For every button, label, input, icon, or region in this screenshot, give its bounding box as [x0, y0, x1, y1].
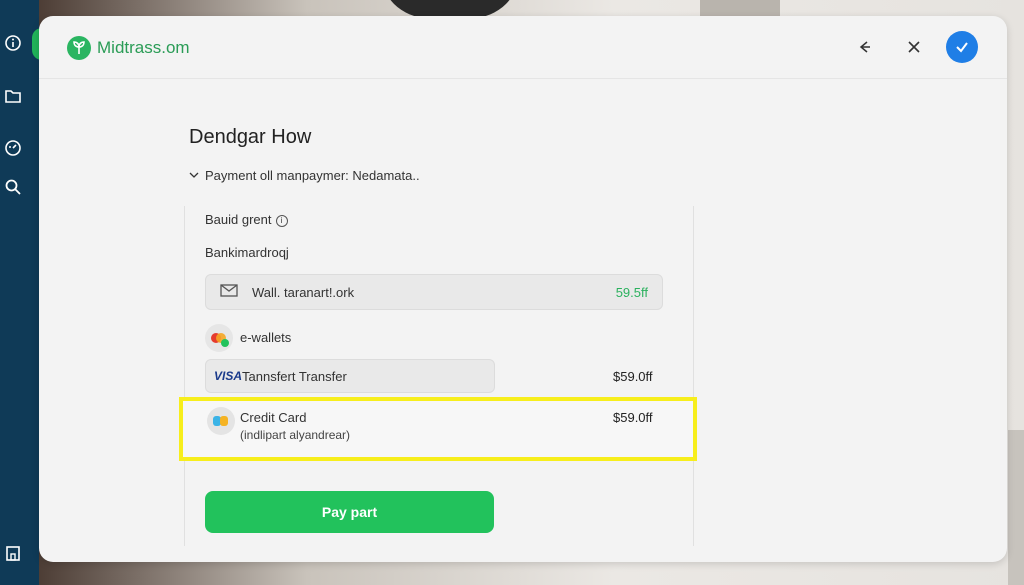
section-label-1-text: Bauid grent — [205, 212, 272, 227]
payment-subtitle: Payment oll manpaymer: Nedamata.. — [205, 168, 420, 183]
credit-card-icon — [207, 407, 235, 435]
visa-logo: VISA — [214, 369, 243, 383]
pay-button[interactable]: Pay part — [205, 491, 494, 533]
background-strip — [1008, 430, 1024, 585]
back-button[interactable] — [851, 34, 877, 60]
leaf-icon — [67, 36, 91, 60]
bank-transfer-option[interactable]: VISA Tannsfert Transfer — [205, 359, 495, 393]
confirm-button[interactable] — [946, 31, 978, 63]
ewallet-icon — [205, 324, 233, 352]
credit-card-sublabel: (indlipart alyandrear) — [240, 428, 351, 442]
chevron-down-icon — [189, 168, 199, 183]
search-icon[interactable] — [4, 178, 22, 196]
page-title: Dendgar How — [189, 126, 312, 148]
app-name: Midtrass.om — [97, 38, 190, 57]
dashboard-icon[interactable] — [4, 139, 22, 157]
bank-transfer-label: Tannsfert Transfer — [242, 369, 347, 384]
left-sidebar — [0, 0, 39, 585]
background-object — [700, 0, 780, 16]
info-icon[interactable] — [4, 34, 22, 52]
wallet-option-label: Wall. taranart!.ork — [252, 285, 355, 300]
building-icon[interactable] — [4, 544, 22, 562]
credit-card-amount: $59.0ff — [613, 410, 653, 425]
payment-method-dropdown[interactable]: Payment oll manpaymer: Nedamata.. — [189, 168, 420, 183]
window-topbar: Midtrass.om — [39, 16, 1007, 79]
wallet-option[interactable]: Wall. taranart!.ork 59.5ff — [205, 274, 663, 310]
payment-window: Midtrass.om Dendgar How Payment oll manp… — [39, 16, 1007, 562]
close-icon — [908, 41, 920, 53]
bank-transfer-amount: $59.0ff — [613, 369, 653, 384]
credit-card-label[interactable]: Credit Card — [240, 410, 306, 425]
info-icon[interactable]: i — [275, 214, 288, 227]
close-button[interactable] — [901, 34, 927, 60]
back-arrow-icon — [859, 41, 870, 53]
wallet-option-amount: 59.5ff — [615, 285, 648, 300]
mail-icon — [220, 284, 238, 302]
folder-icon[interactable] — [4, 87, 22, 105]
ewallets-label[interactable]: e-wallets — [240, 330, 291, 345]
check-icon — [956, 42, 968, 53]
section-label-2: Bankimardroqj — [205, 245, 289, 260]
app-logo[interactable]: Midtrass.om — [67, 36, 190, 60]
section-label-1: Bauid grent i — [205, 212, 288, 227]
